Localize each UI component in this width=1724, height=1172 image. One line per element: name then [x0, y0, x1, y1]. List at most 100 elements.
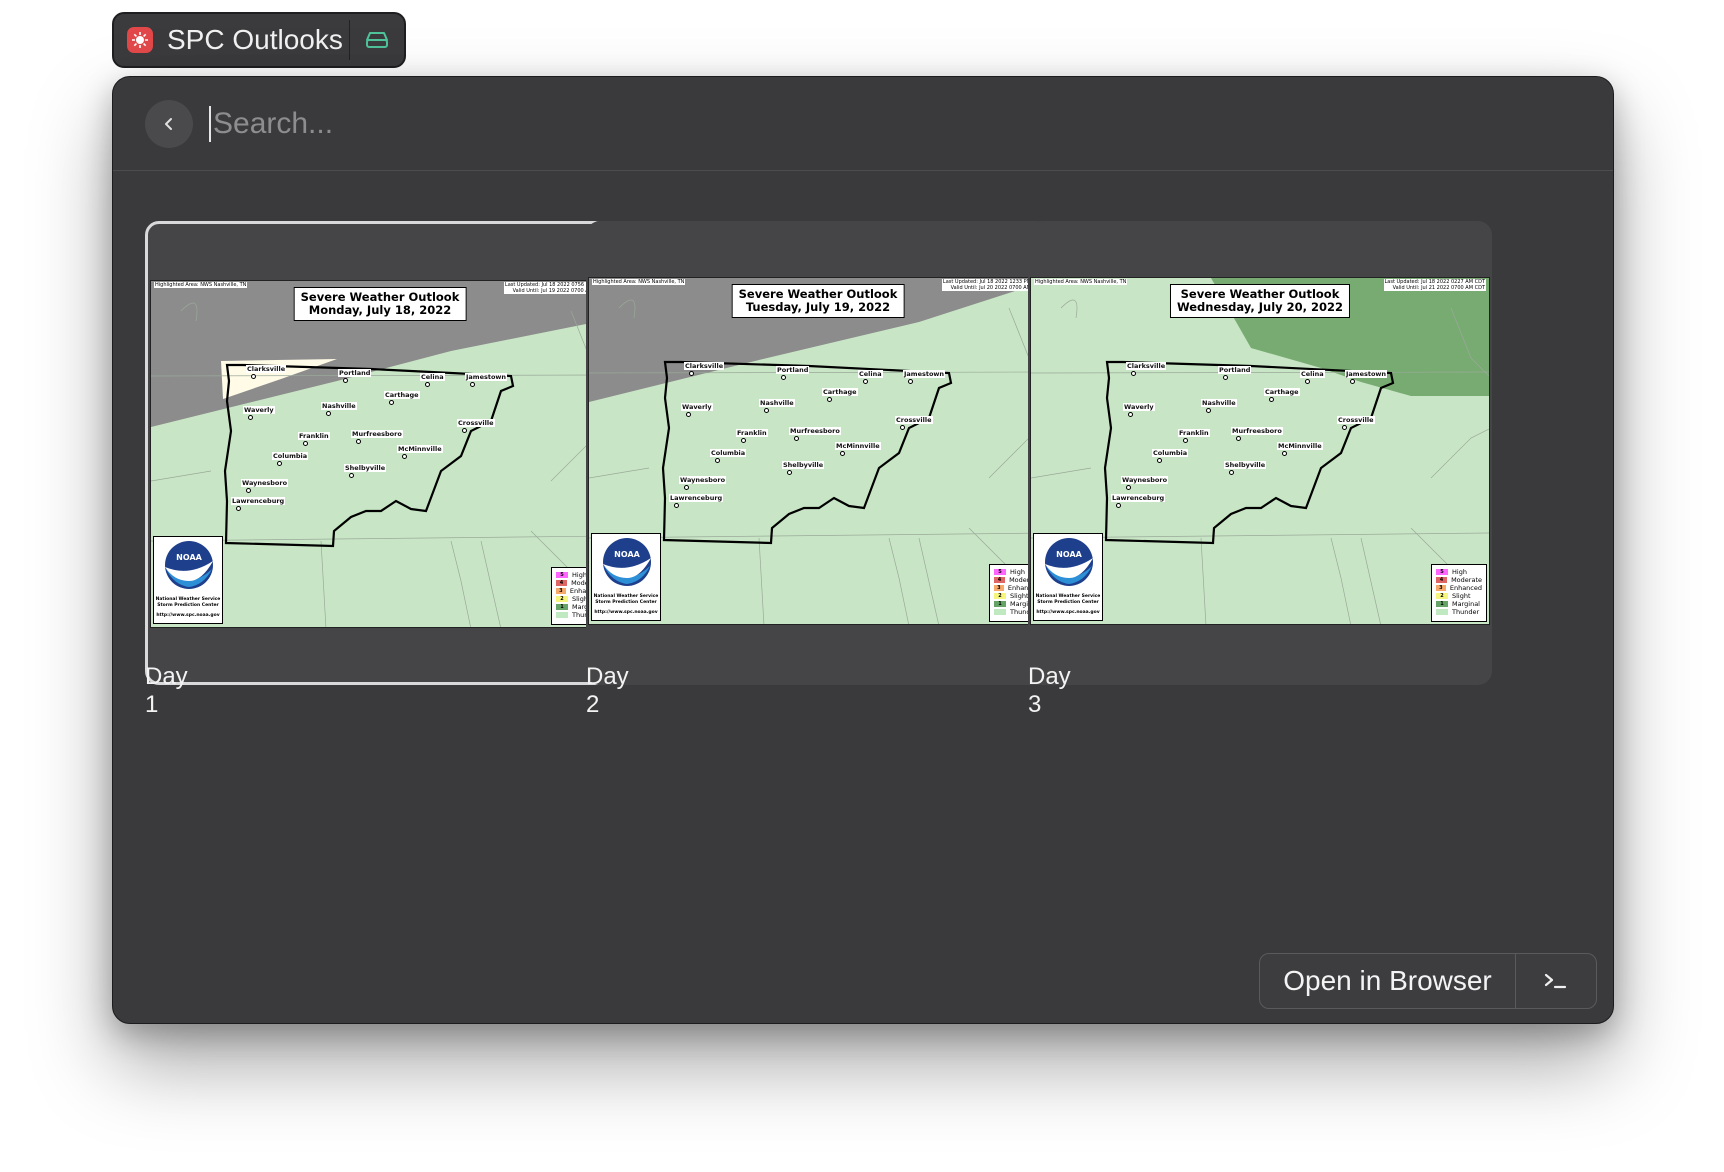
city-marker — [689, 371, 694, 376]
legend-swatch: 2 — [1436, 593, 1448, 599]
city-marker — [908, 379, 913, 384]
city-label: Carthage — [384, 391, 420, 399]
card-label: Day 2 — [586, 663, 629, 718]
city-label: Lawrenceburg — [669, 494, 724, 502]
noaa-line1: National Weather Service — [593, 594, 659, 599]
noaa-text: NOAA — [614, 550, 640, 559]
noaa-url: http://www.spc.noaa.gov — [156, 613, 220, 618]
city-label: Franklin — [298, 432, 330, 440]
city-marker — [1183, 438, 1188, 443]
legend-label: Enhanced — [1449, 584, 1482, 592]
city-marker — [1282, 451, 1287, 456]
city-marker — [303, 441, 308, 446]
city-marker — [741, 438, 746, 443]
legend-label: High — [1010, 568, 1025, 576]
city-label: Celina — [858, 370, 883, 378]
city-marker — [674, 503, 679, 508]
legend-swatch: 1 — [1436, 601, 1448, 607]
legend-label: Slight — [1452, 592, 1471, 600]
legend-swatch: 5 — [1436, 569, 1448, 575]
city-marker — [715, 458, 720, 463]
outlook-card[interactable]: Highlighted Area: NWS Nashville, TN Last… — [586, 221, 1050, 685]
city-label: McMinnville — [835, 442, 881, 450]
legend-item: 1 Marginal — [1436, 600, 1482, 608]
noaa-logo: NOAA National Weather Service Storm Pred… — [1033, 533, 1103, 621]
city-label: Franklin — [736, 429, 768, 437]
legend-swatch: 2 — [556, 596, 568, 602]
legend-label: Moderate — [1451, 576, 1482, 584]
legend-swatch: 5 — [556, 572, 568, 578]
text-caret — [209, 105, 211, 142]
city-label: Clarksville — [684, 362, 725, 370]
city-label: Crossville — [457, 419, 495, 427]
legend-swatch: 3 — [994, 585, 1004, 591]
outlook-card[interactable]: Highlighted Area: NWS Nashville, TN Last… — [145, 221, 609, 685]
city-label: Franklin — [1178, 429, 1210, 437]
city-label: Columbia — [1152, 449, 1189, 457]
city-label: Jamestown — [903, 370, 946, 378]
legend-item: 3 Enhanced — [1436, 584, 1482, 592]
search-bar — [113, 77, 1613, 171]
outlook-card[interactable]: Highlighted Area: NWS Nashville, TN Last… — [1028, 221, 1492, 685]
hard-drive-icon[interactable] — [350, 14, 404, 66]
city-marker — [1126, 485, 1131, 490]
city-label: Waynesboro — [679, 476, 727, 484]
city-label: McMinnville — [397, 445, 443, 453]
legend-label: Marginal — [1452, 600, 1480, 608]
legend-swatch — [556, 612, 568, 618]
legend-swatch: 2 — [994, 593, 1006, 599]
city-label: Celina — [420, 373, 445, 381]
city-marker — [277, 461, 282, 466]
city-label: Murfreesboro — [351, 430, 403, 438]
city-marker — [462, 428, 467, 433]
search-input[interactable] — [213, 106, 1413, 141]
highlighted-area-label: Highlighted Area: NWS Nashville, TN — [592, 279, 686, 285]
city-label: Columbia — [710, 449, 747, 457]
city-marker — [1223, 375, 1228, 380]
city-marker — [1128, 412, 1133, 417]
city-marker — [781, 375, 786, 380]
city-label: Nashville — [321, 402, 357, 410]
city-marker — [794, 436, 799, 441]
legend-label: Slight — [1010, 592, 1029, 600]
map-title-line2: Monday, July 18, 2022 — [308, 303, 452, 317]
back-button[interactable] — [145, 99, 193, 148]
city-marker — [1236, 436, 1241, 441]
valid-until: Valid Until: Jul 21 2022 0700 AM CDT — [1392, 285, 1485, 291]
outlook-map: Highlighted Area: NWS Nashville, TN Last… — [1030, 277, 1490, 625]
city-marker — [246, 488, 251, 493]
city-label: Waverly — [1123, 403, 1155, 411]
map-title-line2: Tuesday, July 19, 2022 — [745, 300, 891, 314]
legend-swatch: 3 — [1436, 585, 1446, 591]
city-label: Shelbyville — [782, 461, 825, 469]
city-label: Waverly — [243, 406, 275, 414]
noaa-logo: NOAA National Weather Service Storm Pred… — [591, 533, 661, 621]
noaa-logo: NOAA National Weather Service Storm Pred… — [153, 536, 223, 624]
city-label: Portland — [338, 369, 372, 377]
city-marker — [251, 374, 256, 379]
open-in-browser-button[interactable]: Open in Browser — [1260, 954, 1515, 1008]
city-label: Shelbyville — [344, 464, 387, 472]
terminal-icon[interactable] — [1516, 954, 1596, 1008]
noaa-line1: National Weather Service — [155, 597, 221, 602]
legend-swatch: 4 — [556, 580, 568, 586]
city-label: Clarksville — [246, 365, 287, 373]
card-label: Day 3 — [1028, 663, 1071, 718]
card-label: Day 1 — [145, 663, 188, 718]
city-marker — [326, 411, 331, 416]
legend-item: Thunder — [1436, 608, 1482, 616]
city-marker — [1229, 470, 1234, 475]
legend-item: 5 High — [1436, 568, 1482, 576]
city-label: Crossville — [895, 416, 933, 424]
legend-swatch: 3 — [556, 588, 566, 594]
city-marker — [349, 473, 354, 478]
legend-swatch: 5 — [994, 569, 1006, 575]
map-title: Severe Weather Outlook Monday, July 18, … — [293, 287, 467, 321]
city-marker — [343, 378, 348, 383]
city-marker — [827, 397, 832, 402]
legend-item: 2 Slight — [1436, 592, 1482, 600]
city-label: Murfreesboro — [1231, 427, 1283, 435]
noaa-text: NOAA — [176, 553, 202, 562]
risk-legend: 5 High 4 Moderate 3 Enhanced 2 Slight 1 — [1431, 564, 1487, 622]
updated-info: Last Updated: Jul 18 2022 0227 AM CDT Va… — [1383, 279, 1486, 291]
